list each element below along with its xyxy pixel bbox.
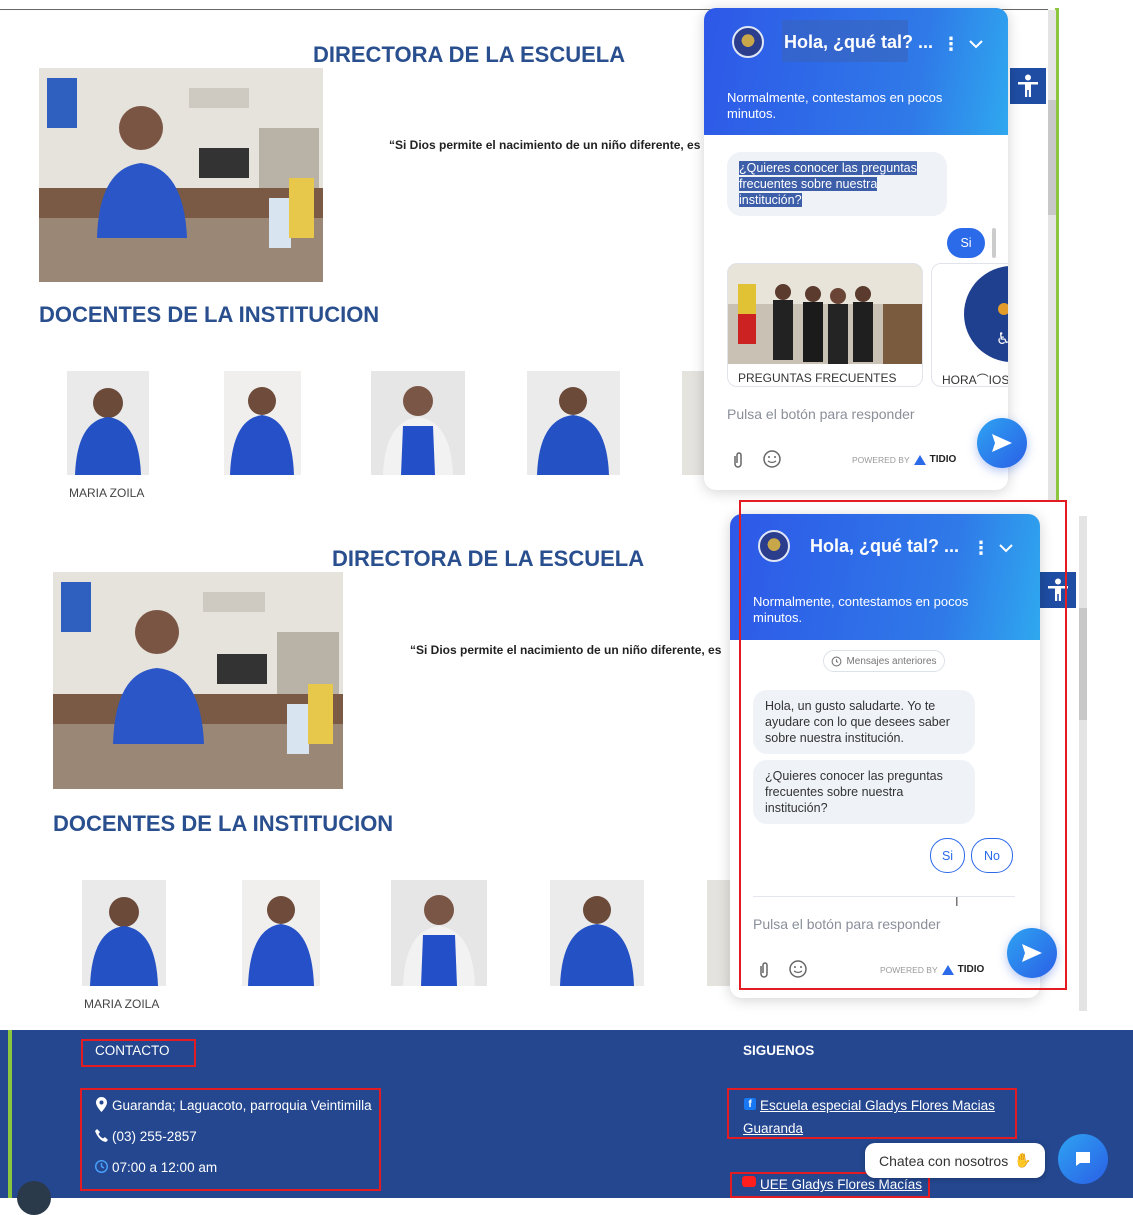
- teacher-photo-4: [527, 371, 620, 475]
- annotation-box-contact-heading: [81, 1039, 196, 1067]
- chat-question-text: ¿Quieres conocer las preguntas frecuente…: [739, 161, 917, 207]
- waving-hand-icon: ✋: [1014, 1152, 1032, 1168]
- teacher-photo-5-partial: [707, 880, 730, 986]
- send-icon: [992, 434, 1012, 452]
- chat-launcher-button[interactable]: [1058, 1134, 1108, 1184]
- emoji-icon[interactable]: [763, 450, 781, 468]
- more-options-icon[interactable]: ⋮: [942, 34, 960, 54]
- director-photo: [53, 572, 343, 789]
- annotation-box-chat: [739, 500, 1067, 990]
- director-photo: [39, 68, 323, 282]
- edit-fab[interactable]: [17, 1181, 51, 1215]
- chevron-down-icon[interactable]: [968, 38, 984, 50]
- user-reply-bubble: Si: [947, 228, 985, 258]
- tidio-logo-icon: [913, 454, 926, 465]
- accessibility-icon: [1018, 74, 1038, 97]
- teacher-photo-3: [391, 880, 487, 986]
- school-logo: [732, 26, 764, 58]
- director-quote: “Si Dios permite el nacimiento de un niñ…: [389, 138, 701, 152]
- page-scrollbar[interactable]: [1079, 516, 1087, 1011]
- chat-input[interactable]: Pulsa el botón para responder: [727, 406, 915, 422]
- green-accent-bar: [8, 1030, 12, 1198]
- teacher-photo-5-partial: [682, 371, 704, 475]
- teachers-heading: DOCENTES DE LA INSTITUCION: [53, 811, 394, 836]
- chat-subtitle: Normalmente, contestamos en pocos minuto…: [727, 90, 943, 121]
- teacher-photo-2: [242, 880, 320, 986]
- teacher-photo-2: [224, 371, 301, 475]
- director-heading: DIRECTORA DE LA ESCUELA: [332, 546, 645, 571]
- chat-icon: [1076, 1152, 1090, 1166]
- chat-launcher-bubble[interactable]: Chatea con nosotros ✋: [865, 1143, 1045, 1178]
- teacher-photo-1: [67, 371, 149, 475]
- chat-title: Hola, ¿qué tal? ...: [784, 32, 934, 52]
- annotation-box-facebook: [727, 1088, 1017, 1139]
- teacher-photo-3: [371, 371, 465, 475]
- teacher-name: MARIA ZOILA: [69, 486, 145, 500]
- messages-scrollbar[interactable]: [992, 228, 996, 258]
- card-hours-label: HORA⌒IOS: [942, 373, 1008, 387]
- panel-middle: DIRECTORA DE LA ESCUELA “Si Dios permite…: [0, 500, 1133, 1020]
- director-quote: “Si Dios permite el nacimiento de un niñ…: [410, 643, 722, 657]
- director-heading: DIRECTORA DE LA ESCUELA: [313, 42, 626, 67]
- teacher-photo-4: [550, 880, 644, 986]
- card-faq-label: PREGUNTAS FRECUENTES: [738, 371, 897, 385]
- chat-header: Hola, ¿qué tal? ... ⋮ Normalmente, conte…: [704, 8, 1008, 135]
- teacher-name: MARIA ZOILA: [84, 997, 160, 1011]
- site-footer: CONTACTO Guaranda; Laguacoto, parroquia …: [0, 1030, 1133, 1215]
- carousel-card-faq[interactable]: PREGUNTAS FRECUENTES: [727, 263, 923, 387]
- school-emblem: ♿: [932, 264, 1008, 364]
- teacher-photo-1: [82, 880, 166, 986]
- powered-by: POWERED BY TIDIO: [852, 454, 956, 465]
- chat-widget: Hola, ¿qué tal? ... ⋮ Normalmente, conte…: [704, 8, 1008, 490]
- accessibility-button[interactable]: [1010, 68, 1046, 104]
- powered-by-text: POWERED BY: [852, 454, 910, 465]
- svg-text:♿: ♿: [996, 329, 1008, 348]
- teachers-heading: DOCENTES DE LA INSTITUCION: [39, 302, 380, 327]
- attachment-icon[interactable]: [732, 451, 744, 469]
- page-scrollbar[interactable]: [1048, 10, 1056, 500]
- chat-question-bubble: ¿Quieres conocer las preguntas frecuente…: [727, 152, 947, 216]
- panel-top: DIRECTORA DE LA ESCUELA “Si Dios permite…: [0, 0, 1133, 500]
- tidio-brand: TIDIO: [929, 454, 957, 465]
- user-reply-text: Si: [960, 236, 972, 250]
- carousel-card-hours[interactable]: ♿ HORA⌒IOS: [931, 263, 1008, 387]
- page-scrollbar-thumb[interactable]: [1079, 608, 1087, 720]
- send-button[interactable]: [977, 418, 1027, 468]
- follow-heading: SIGUENOS: [743, 1043, 815, 1058]
- page-scrollbar-thumb[interactable]: [1048, 100, 1056, 215]
- annotation-box-contact-info: [80, 1088, 381, 1191]
- graduation-photo: [728, 264, 922, 364]
- chat-launcher-text: Chatea con nosotros: [879, 1152, 1009, 1169]
